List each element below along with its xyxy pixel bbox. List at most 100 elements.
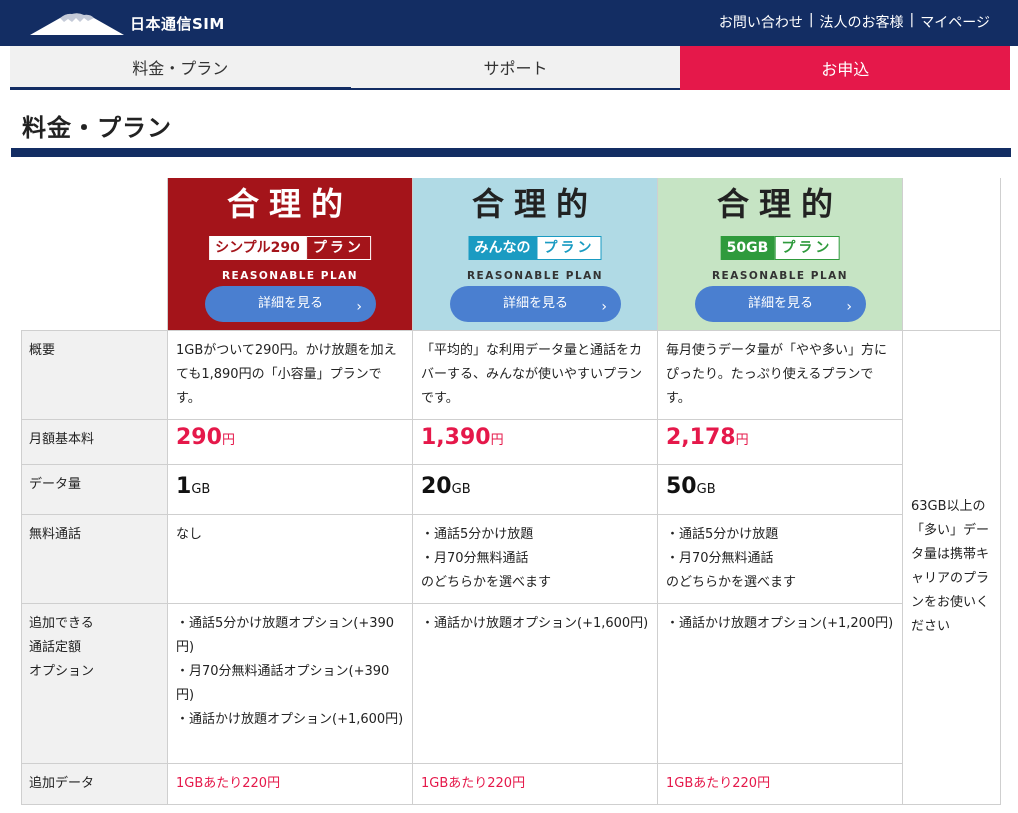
title-underline	[11, 148, 1011, 157]
plan-summary: 毎月使うデータ量が「やや多い」方にぴったり。たっぷり使えるプランです。	[657, 329, 903, 420]
plan-data: 20GB	[412, 463, 658, 515]
plan-badge: 50GB プラン	[720, 236, 840, 260]
plan-badge-suffix: プラン	[774, 236, 840, 260]
free-call-line: ・月70分無料通話	[421, 550, 529, 566]
price-unit: 円	[221, 432, 235, 448]
plan-price: 290円	[167, 418, 413, 465]
plan-comparison: 合理的 シンプル290 プラン REASONABLE PLAN 詳細を見る › …	[21, 178, 1001, 805]
chevron-right-icon: ›	[846, 299, 852, 315]
plan-header-50gb: 合理的 50GB プラン REASONABLE PLAN 詳細を見る ›	[657, 178, 903, 331]
plan-extra-data: 1GBあたり220円	[412, 762, 658, 805]
plan-badge-name: シンプル290	[209, 236, 306, 260]
row-label-line: 通話定額	[29, 639, 82, 655]
high-usage-note: 63GB以上の「多い」データ量は携帯キャリアのプランをお使いください	[902, 329, 1001, 805]
row-label-data: データ量	[21, 463, 168, 515]
data-unit: GB	[451, 481, 471, 497]
plan-free-call: ・通話5分かけ放題 ・月70分無料通話 のどちらかを選べます	[657, 513, 903, 604]
plan-extra-data: 1GBあたり220円	[167, 762, 413, 805]
price-value: 1,390	[421, 424, 491, 450]
detail-button-label: 詳細を見る	[502, 296, 568, 311]
price-unit: 円	[735, 432, 749, 448]
top-header: 日本通信SIM お問い合わせ | 法人のお客様 | マイページ	[0, 0, 1018, 46]
row-label-price: 月額基本料	[21, 418, 168, 465]
plan-subtitle: REASONABLE PLAN	[466, 270, 604, 282]
nav-spacer	[1010, 46, 1018, 90]
side-header-blank	[902, 178, 1001, 330]
plan-badge-suffix: プラン	[305, 236, 371, 260]
data-unit: GB	[696, 481, 716, 497]
plan-subtitle: REASONABLE PLAN	[221, 270, 359, 282]
free-call-line: のどちらかを選べます	[421, 574, 552, 590]
tab-support[interactable]: サポート	[350, 46, 681, 90]
plan-logo: 合理的	[226, 185, 353, 223]
main-nav: 料金・プラン サポート お申込	[0, 46, 1018, 90]
plan-price: 1,390円	[412, 418, 658, 465]
free-call-line: ・通話5分かけ放題	[421, 526, 534, 542]
contact-link[interactable]: お問い合わせ	[719, 12, 803, 32]
row-label-free-call: 無料通話	[21, 513, 168, 604]
detail-button-minna[interactable]: 詳細を見る ›	[450, 286, 621, 322]
plan-badge-suffix: プラン	[536, 236, 602, 260]
row-label-line: 追加できる	[29, 615, 94, 631]
tab-apply[interactable]: お申込	[680, 46, 1011, 90]
plan-free-call: ・通話5分かけ放題 ・月70分無料通話 のどちらかを選べます	[412, 513, 658, 604]
free-call-line: のどちらかを選べます	[666, 574, 797, 590]
plan-data: 50GB	[657, 463, 903, 515]
price-unit: 円	[490, 432, 504, 448]
plan-extra-data: 1GBあたり220円	[657, 762, 903, 805]
extra-data-price: 1GBあたり220円	[421, 775, 526, 791]
free-call-line: ・通話5分かけ放題	[666, 526, 779, 542]
plan-logo: 合理的	[471, 185, 598, 223]
extra-data-price: 1GBあたり220円	[666, 775, 771, 791]
option-line: ・通話5分かけ放題オプション(+390円)	[176, 615, 395, 655]
plan-badge-name: 50GB	[720, 236, 775, 260]
plan-badge: みんなの プラン	[468, 236, 602, 260]
plan-options: ・通話かけ放題オプション(+1,600円)	[412, 602, 658, 764]
option-line: ・月70分無料通話オプション(+390円)	[176, 663, 390, 703]
brand-name: 日本通信SIM	[130, 14, 225, 33]
price-value: 290	[176, 424, 222, 450]
detail-button-50gb[interactable]: 詳細を見る ›	[695, 286, 866, 322]
extra-data-price: 1GBあたり220円	[176, 775, 281, 791]
plan-table: 合理的 シンプル290 プラン REASONABLE PLAN 詳細を見る › …	[21, 178, 1001, 805]
chevron-right-icon: ›	[601, 299, 607, 315]
plan-header-minna: 合理的 みんなの プラン REASONABLE PLAN 詳細を見る ›	[412, 178, 658, 331]
page-title: 料金・プラン	[22, 114, 172, 142]
plan-logo: 合理的	[716, 185, 843, 223]
plan-options: ・通話5分かけ放題オプション(+390円) ・月70分無料通話オプション(+39…	[167, 602, 413, 764]
link-separator: |	[808, 12, 814, 28]
link-separator: |	[909, 12, 915, 28]
corporate-link[interactable]: 法人のお客様	[820, 12, 904, 32]
chevron-right-icon: ›	[356, 299, 362, 315]
mount-fuji-icon	[30, 13, 124, 35]
row-label-line: オプション	[29, 663, 95, 679]
option-line: ・通話かけ放題オプション(+1,200円)	[666, 615, 894, 631]
data-value: 20	[421, 473, 452, 499]
brand-logo[interactable]: 日本通信SIM	[30, 8, 225, 38]
row-label-extra-data: 追加データ	[21, 762, 168, 805]
plan-summary: 「平均的」な利用データ量と通話をカバーする、みんなが使いやすいプランです。	[412, 329, 658, 420]
data-value: 1	[176, 473, 192, 499]
plan-price: 2,178円	[657, 418, 903, 465]
detail-button-label: 詳細を見る	[747, 296, 813, 311]
row-label-summary: 概要	[21, 329, 168, 420]
header-links: お問い合わせ | 法人のお客様 | マイページ	[719, 12, 990, 32]
plan-header-simple290: 合理的 シンプル290 プラン REASONABLE PLAN 詳細を見る ›	[167, 178, 413, 331]
plan-options: ・通話かけ放題オプション(+1,200円)	[657, 602, 903, 764]
mypage-link[interactable]: マイページ	[920, 12, 990, 32]
data-unit: GB	[191, 481, 211, 497]
plan-summary: 1GBがついて290円。かけ放題を加えても1,890円の「小容量」プランです。	[167, 329, 413, 420]
plan-data: 1GB	[167, 463, 413, 515]
plan-badge-name: みんなの	[468, 236, 537, 260]
detail-button-simple290[interactable]: 詳細を見る ›	[205, 286, 376, 322]
plan-subtitle: REASONABLE PLAN	[711, 270, 849, 282]
option-line: ・通話かけ放題オプション(+1,600円)	[421, 615, 649, 631]
row-label-options: 追加できる 通話定額 オプション	[21, 602, 168, 764]
free-call-line: なし	[176, 526, 203, 542]
option-line: ・通話かけ放題オプション(+1,600円)	[176, 711, 404, 727]
table-corner	[21, 178, 168, 330]
detail-button-label: 詳細を見る	[257, 296, 323, 311]
data-value: 50	[666, 473, 697, 499]
tab-plans[interactable]: 料金・プラン	[10, 46, 351, 90]
free-call-line: ・月70分無料通話	[666, 550, 774, 566]
